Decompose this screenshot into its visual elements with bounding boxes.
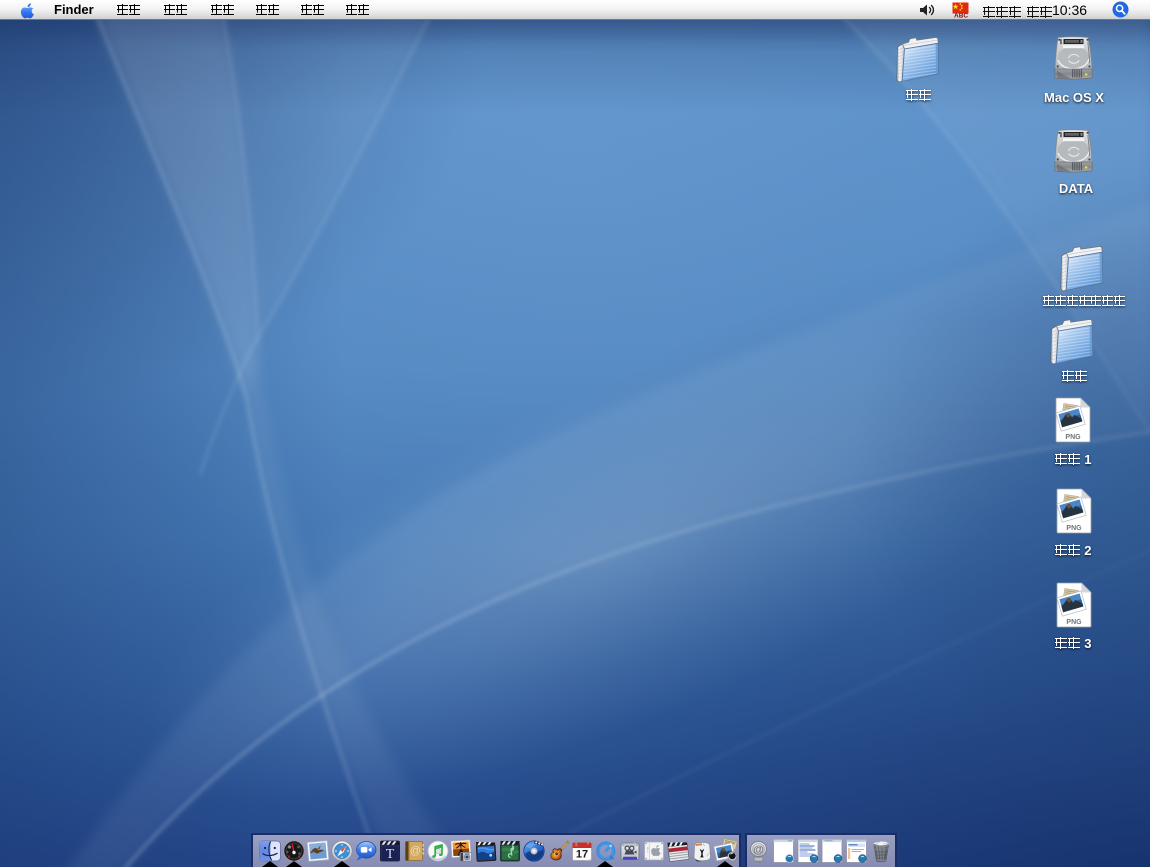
- svg-text:T: T: [386, 847, 395, 862]
- svg-text:@: @: [410, 845, 421, 857]
- svg-text:17: 17: [576, 849, 588, 861]
- svg-text:ABC: ABC: [954, 12, 968, 18]
- svg-text:@: @: [753, 844, 764, 856]
